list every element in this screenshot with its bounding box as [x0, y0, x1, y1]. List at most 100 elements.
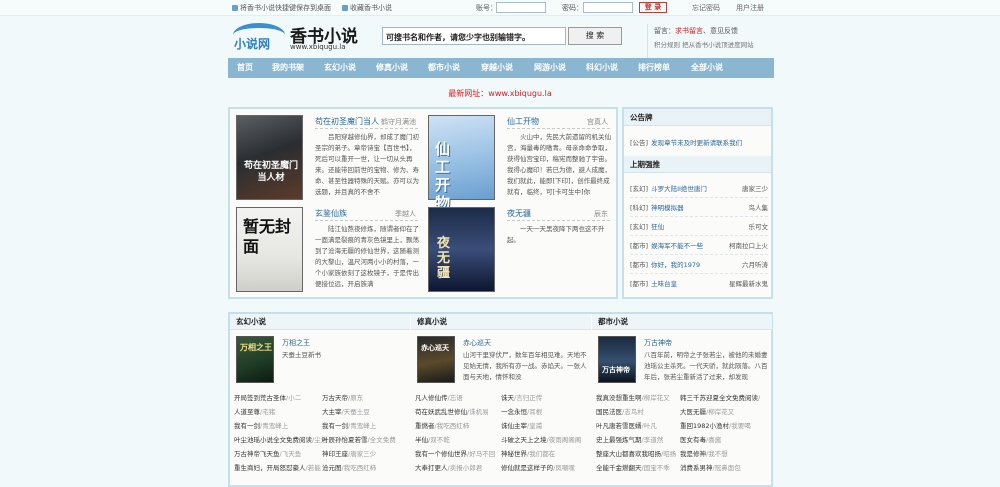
item-title[interactable]: 叶尘池瑶小说全文免费阅读	[234, 436, 312, 444]
list-item[interactable]: 诛天/言归正传	[501, 392, 542, 404]
forgot-password-link[interactable]: 忘记密码	[692, 3, 720, 13]
item-title[interactable]: 万古天帝	[322, 394, 348, 402]
item-title[interactable]: 半仙	[415, 436, 428, 444]
list-item[interactable]: 大医无疆/柳岸花又	[680, 406, 734, 418]
book-title[interactable]: 仙工开物	[507, 116, 539, 127]
item-title[interactable]: 重燃者	[415, 422, 435, 430]
item-title[interactable]: 诛天	[501, 394, 514, 402]
feature-title[interactable]: 赤心巡天	[463, 338, 491, 348]
book-cover[interactable]: 夜无疆	[428, 207, 495, 292]
nav-chuanyue[interactable]: 穿越小说	[481, 58, 513, 78]
item-title[interactable]: 消费系男神	[680, 464, 713, 472]
list-item[interactable]: 叶尘池瑶小说全文免费阅读/尘池	[234, 434, 327, 446]
list-item[interactable]: 一念永恒/耳根	[501, 406, 542, 418]
column-header[interactable]: 都市小说	[592, 314, 772, 330]
list-item[interactable]: 万古天帝/原东	[322, 392, 363, 404]
latest-item[interactable]: [都市] 土味台皇 星辉最新水鬼	[630, 278, 768, 290]
item-title[interactable]: 我有一个修仙世界	[415, 450, 467, 458]
list-item[interactable]: 我真没想重生啊/柳岸花又	[596, 392, 670, 404]
item-title[interactable]: 修仙就是这样子的	[501, 464, 553, 472]
list-item[interactable]: 医女有毒/喜酱	[680, 434, 721, 446]
item-title[interactable]: 你好，我的1979	[651, 261, 700, 269]
search-button[interactable]: 搜 索	[568, 27, 622, 45]
item-title[interactable]: 一念永恒	[501, 408, 527, 416]
list-item[interactable]: 神秘世界/我们都在	[501, 448, 555, 460]
book-cover[interactable]: 仙工开物	[428, 115, 495, 212]
latest-item[interactable]: [科幻] 神明模拟器 鸟人集	[630, 202, 768, 214]
item-title[interactable]: 叶辰孙怡夏若雪	[322, 436, 368, 444]
list-item[interactable]: 我有一个修仙世界/好马不回	[415, 448, 495, 460]
item-title[interactable]: 娱海军不能不一些	[651, 242, 703, 250]
item-title[interactable]: 土味台皇	[651, 280, 677, 288]
item-title[interactable]: 我是修神	[680, 450, 706, 458]
column-header[interactable]: 玄幻小说	[230, 314, 410, 330]
request-book-link[interactable]: 求书留言	[675, 27, 703, 35]
list-item[interactable]: 我有一剑/青鸾峰上	[234, 420, 288, 432]
list-item[interactable]: 叶凡唐若雪医婿/叶凡	[596, 420, 657, 432]
feedback-link[interactable]: 意见反馈	[710, 27, 738, 35]
item-title[interactable]: 神印王座	[322, 450, 348, 458]
item-title[interactable]: 韩三千苏迎夏全文免费阅读	[680, 394, 758, 402]
list-item[interactable]: 国民法医/志鸟村	[596, 406, 644, 418]
list-item[interactable]: 诛仙主宰/皇甫	[501, 420, 542, 432]
item-title[interactable]: 发现章节未及时更新请联系我们	[651, 139, 742, 147]
item-title[interactable]: 凡人修仙传	[415, 394, 448, 402]
list-item[interactable]: 大主宰/天蚕土豆	[322, 406, 370, 418]
register-link[interactable]: 用户注册	[736, 3, 764, 13]
list-item[interactable]: 全能千金燃翻天/国宝不乖	[596, 462, 670, 474]
latest-item[interactable]: [都市] 你好，我的1979 六月听涛	[630, 259, 768, 271]
announcement-item[interactable]: [公告] 发现章节未及时更新请联系我们	[630, 137, 768, 149]
column-header[interactable]: 修真小说	[411, 314, 591, 330]
item-title[interactable]: 沧元图	[322, 464, 342, 472]
item-title[interactable]: 斗罗大陆II绝世唐门	[651, 185, 707, 193]
login-button[interactable]: 登 录	[639, 2, 667, 13]
list-item[interactable]: 斗破之天上之境/夜雨阁阁阁	[501, 434, 581, 446]
list-item[interactable]: 我有一剑/青鸾峰上	[322, 420, 376, 432]
site-logo[interactable]: 小说网 香书小说 www.xbiqugu.la	[230, 21, 370, 61]
list-item[interactable]: 沧元图/我吃西红柿	[322, 462, 376, 474]
item-title[interactable]: 重生商妇，开局怒怼豪人	[234, 464, 306, 472]
nav-all[interactable]: 全部小说	[691, 58, 723, 78]
nav-xuanhuan[interactable]: 玄幻小说	[324, 58, 356, 78]
book-cover[interactable]: 暂无封面	[236, 207, 303, 292]
feature-title[interactable]: 万相之王	[282, 338, 310, 348]
book-title[interactable]: 苟在初圣魔门当人	[315, 116, 379, 127]
feature-title[interactable]: 万古神帝	[644, 338, 672, 348]
item-title[interactable]: 开局签到荒古圣体	[234, 394, 286, 402]
book-cover[interactable]: 苟在初圣魔门当人材	[236, 115, 303, 200]
shortcut-link[interactable]: 将香书小说快捷键保存到桌面	[232, 3, 331, 13]
list-item[interactable]: 重生商妇，开局怒怼豪人/若能	[234, 462, 321, 474]
item-title[interactable]: 神秘世界	[501, 450, 527, 458]
list-item[interactable]: 凡人修仙传/忘语	[415, 392, 463, 404]
latest-item[interactable]: [玄幻] 斗罗大陆II绝世唐门 唐家三少	[630, 183, 768, 195]
book-cover[interactable]: 万古神帝	[598, 336, 636, 383]
item-title[interactable]: 我真没想重生啊	[596, 394, 642, 402]
new-url-notice[interactable]: 最新网址：www.xbiqugu.la	[0, 88, 1000, 99]
book-cover[interactable]: 万相之王	[236, 336, 274, 383]
item-title[interactable]: 重回1982小渔村	[680, 422, 729, 430]
nav-kehuan[interactable]: 科幻小说	[586, 58, 618, 78]
password-input[interactable]	[583, 2, 633, 13]
latest-item[interactable]: [玄幻] 狂仙 乐可文	[630, 221, 768, 233]
list-item[interactable]: 我是修神/我不想	[680, 448, 728, 460]
list-item[interactable]: 大奉打更人/卖报小郎君	[415, 462, 482, 474]
list-item[interactable]: 半仙/双不乾	[415, 434, 450, 446]
item-title[interactable]: 诛仙主宰	[501, 422, 527, 430]
book-title[interactable]: 玄鉴仙族	[315, 208, 347, 219]
list-item[interactable]: 万古神帝飞天鱼/飞天鱼	[234, 448, 301, 460]
book-title[interactable]: 夜无疆	[507, 208, 531, 219]
book-cover[interactable]: 赤心巡天	[417, 336, 455, 383]
item-title[interactable]: 人道至尊	[234, 408, 260, 416]
item-title[interactable]: 苟在妖武乱世修仙	[415, 408, 467, 416]
list-item[interactable]: 修仙就是这样子的/凤嘲嘿	[501, 462, 575, 474]
item-title[interactable]: 医女有毒	[680, 436, 706, 444]
search-input[interactable]: 可搜书名和作者，请您少字也别输错字。	[382, 27, 566, 45]
list-item[interactable]: 消费系男神/冠鼻面包	[680, 462, 741, 474]
nav-home[interactable]: 首页	[237, 58, 253, 78]
item-title[interactable]: 全能千金燃翻天	[596, 464, 642, 472]
list-item[interactable]: 重回1982小渔村/我要喝	[680, 420, 751, 432]
nav-bookshelf[interactable]: 我的书架	[272, 58, 304, 78]
list-item[interactable]: 人道至尊/宅猪	[234, 406, 275, 418]
item-title[interactable]: 大主宰	[322, 408, 342, 416]
list-item[interactable]: 叶辰孙怡夏若雪/全文免费	[322, 434, 396, 446]
